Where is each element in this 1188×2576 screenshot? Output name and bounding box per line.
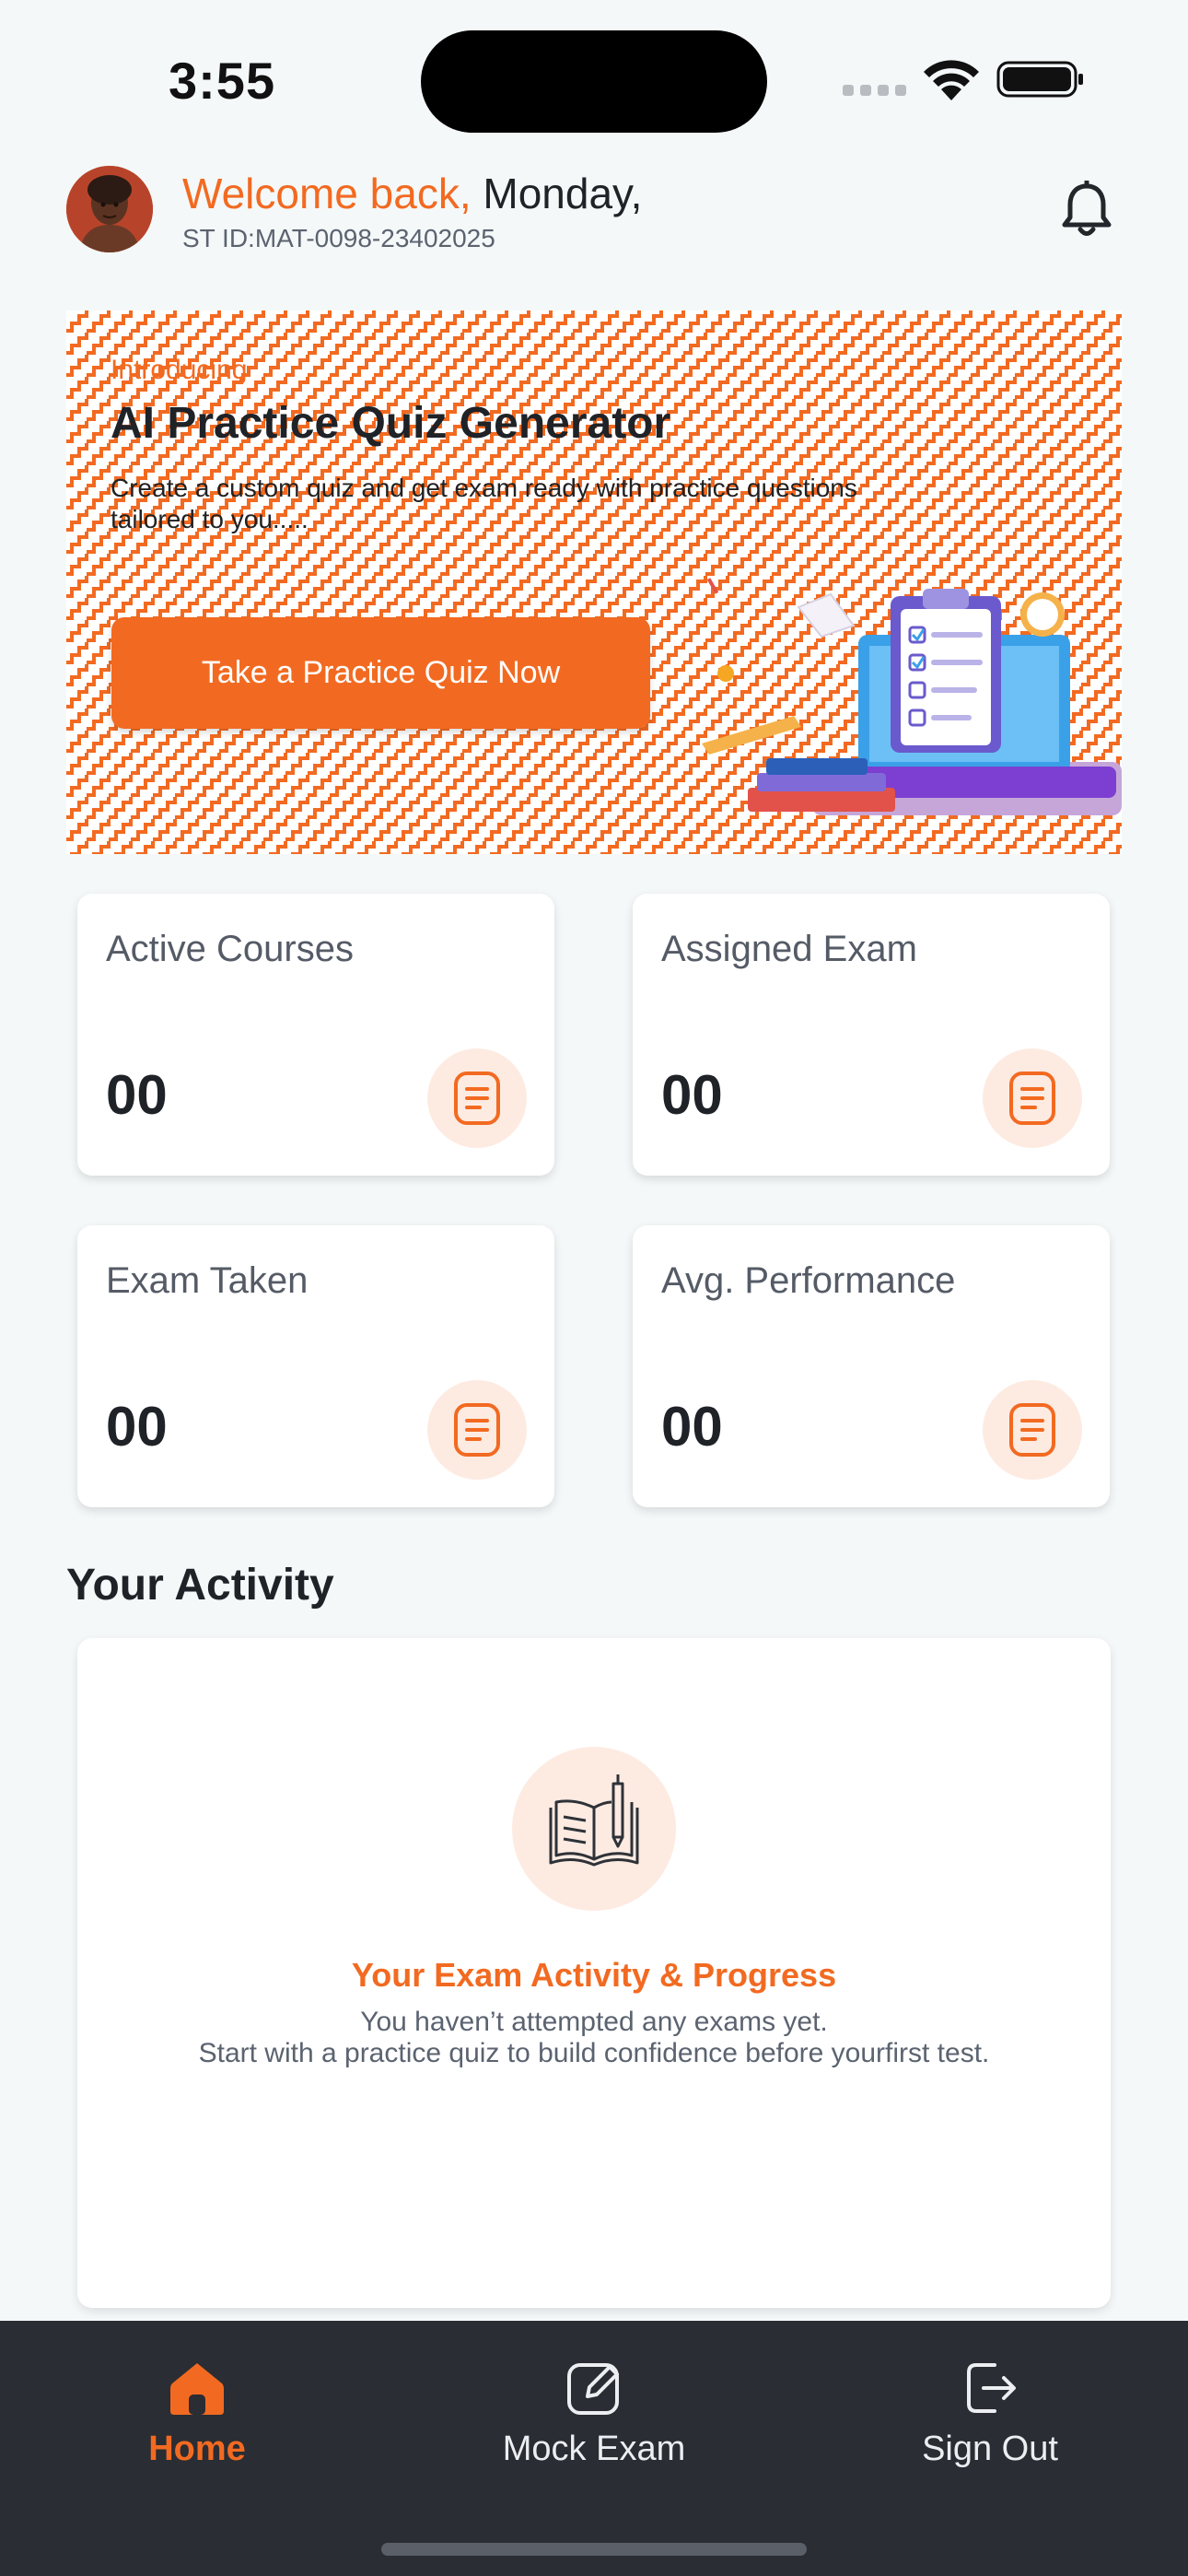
activity-empty-title: Your Exam Activity & Progress bbox=[351, 1956, 837, 1994]
stat-card-avg-performance[interactable]: Avg. Performance 00 bbox=[633, 1225, 1110, 1507]
bottom-nav: Home Mock Exam Sign Out bbox=[0, 2321, 1188, 2576]
stat-value: 00 bbox=[106, 1064, 168, 1126]
bell-icon[interactable] bbox=[1061, 181, 1112, 240]
banner-description: Create a custom quiz and get exam ready … bbox=[111, 474, 857, 533]
sign-out-icon bbox=[967, 2363, 1016, 2413]
stat-title: Active Courses bbox=[106, 929, 354, 969]
home-screen: 3:55 Welcome back, Monday, ST ID:MAT-009… bbox=[0, 0, 1188, 2576]
welcome-greeting: Welcome back, Monday, bbox=[182, 169, 642, 218]
activity-empty-line-1: You haven’t attempted any exams yet. bbox=[360, 2007, 828, 2037]
document-icon bbox=[983, 1380, 1082, 1480]
wifi-icon bbox=[924, 60, 979, 100]
nav-item-sign-out[interactable]: Sign Out bbox=[852, 2358, 1128, 2496]
stat-card-active-courses[interactable]: Active Courses 00 bbox=[77, 894, 554, 1176]
nav-label-home: Home bbox=[148, 2430, 246, 2468]
stat-card-assigned-exam[interactable]: Assigned Exam 00 bbox=[633, 894, 1110, 1176]
day-text: Monday, bbox=[483, 170, 643, 217]
dynamic-island bbox=[421, 30, 767, 133]
student-id: ST ID:MAT-0098-23402025 bbox=[182, 224, 495, 252]
nav-item-mock-exam[interactable]: Mock Exam bbox=[456, 2358, 732, 2496]
cellular-signal-icon bbox=[843, 85, 907, 98]
document-icon bbox=[427, 1380, 527, 1480]
avatar[interactable] bbox=[66, 166, 153, 252]
activity-empty-line-2: Start with a practice quiz to build conf… bbox=[198, 2038, 990, 2068]
stat-title: Avg. Performance bbox=[661, 1260, 956, 1301]
stat-value: 00 bbox=[661, 1064, 723, 1126]
home-indicator[interactable] bbox=[381, 2543, 807, 2556]
stat-value: 00 bbox=[661, 1396, 723, 1458]
open-book-pen-icon bbox=[512, 1747, 676, 1911]
stat-value: 00 bbox=[106, 1396, 168, 1458]
activity-card: Your Exam Activity & Progress You haven’… bbox=[77, 1638, 1111, 2308]
status-time: 3:55 bbox=[169, 52, 276, 110]
section-title-activity: Your Activity bbox=[66, 1561, 334, 1610]
stat-title: Assigned Exam bbox=[661, 929, 917, 969]
stat-card-exam-taken[interactable]: Exam Taken 00 bbox=[77, 1225, 554, 1507]
battery-icon bbox=[996, 61, 1083, 98]
document-icon bbox=[427, 1048, 527, 1148]
user-avatar-icon bbox=[66, 166, 153, 252]
promo-banner: Introducing AI Practice Quiz Generator C… bbox=[66, 310, 1122, 854]
welcome-text: Welcome back, bbox=[182, 170, 472, 217]
stat-title: Exam Taken bbox=[106, 1260, 309, 1301]
banner-intro: Introducing bbox=[111, 355, 248, 385]
activity-empty-message: You haven’t attempted any exams yet. Sta… bbox=[77, 2007, 1111, 2069]
status-bar: 3:55 bbox=[0, 0, 1188, 157]
quiz-laptop-illustration bbox=[702, 578, 1122, 815]
home-icon bbox=[170, 2363, 224, 2415]
take-practice-quiz-button[interactable]: Take a Practice Quiz Now bbox=[111, 617, 650, 729]
document-icon bbox=[983, 1048, 1082, 1148]
nav-label-mock-exam: Mock Exam bbox=[502, 2430, 686, 2468]
nav-label-sign-out: Sign Out bbox=[922, 2430, 1058, 2468]
banner-title: AI Practice Quiz Generator bbox=[111, 399, 671, 448]
nav-item-home[interactable]: Home bbox=[59, 2358, 335, 2496]
edit-icon bbox=[567, 2363, 619, 2415]
